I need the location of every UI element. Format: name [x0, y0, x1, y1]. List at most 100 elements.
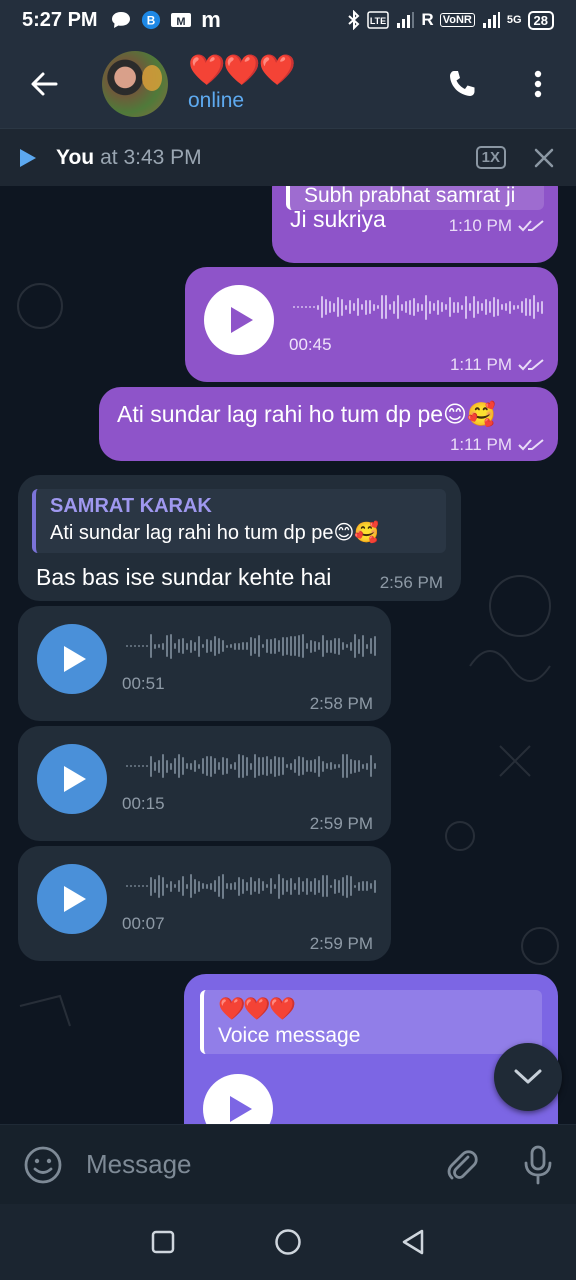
- waveform-bar: [365, 299, 367, 315]
- waveform-bar: [306, 643, 308, 649]
- voice-duration: 00:51: [122, 674, 165, 693]
- home-button[interactable]: [258, 1212, 318, 1272]
- waveform-bar: [412, 1088, 414, 1109]
- waveform-bar: [230, 763, 232, 769]
- waveform-bar: [242, 754, 244, 778]
- waveform-bar: [218, 638, 220, 654]
- reply-quote[interactable]: ❤️❤️❤️ Voice message: [200, 990, 542, 1054]
- waveform-bar: [130, 765, 132, 767]
- voice-message-incoming[interactable]: 00:15 2:59 PM: [18, 726, 391, 841]
- waveform-bar: [317, 304, 319, 310]
- voice-message-outgoing[interactable]: 00:45 1:11 PM: [185, 267, 558, 382]
- waveform-bar: [445, 304, 447, 310]
- emoji-button[interactable]: [0, 1125, 86, 1205]
- scroll-down-button[interactable]: [494, 1043, 562, 1111]
- waveform-bar: [266, 639, 268, 653]
- bluetooth-icon: [348, 10, 360, 30]
- play-icon[interactable]: [20, 148, 36, 167]
- call-button[interactable]: [424, 46, 500, 122]
- play-button[interactable]: [203, 1074, 273, 1124]
- voice-waveform[interactable]: [126, 750, 376, 782]
- voice-message-incoming[interactable]: 00:51 2:58 PM: [18, 606, 391, 721]
- waveform-bar: [270, 758, 272, 774]
- waveform-bar: [250, 636, 252, 656]
- message-input[interactable]: [86, 1149, 424, 1180]
- message-bubble-outgoing[interactable]: Ati sundar lag rahi ho tum dp pe😊🥰 1:11 …: [99, 387, 558, 461]
- waveform-bar: [477, 300, 479, 314]
- more-options-button[interactable]: [500, 46, 576, 122]
- message-meta: 2:59 PM: [310, 934, 373, 954]
- play-button[interactable]: [37, 744, 107, 814]
- waveform-bar: [432, 1093, 434, 1103]
- chat-title-block[interactable]: ❤️❤️❤️ online: [188, 55, 296, 113]
- player-time: at 3:43 PM: [100, 145, 202, 169]
- voice-waveform[interactable]: [292, 1082, 510, 1114]
- voice-message-outgoing[interactable]: ❤️❤️❤️ Voice message: [184, 974, 558, 1124]
- waveform-bar: [453, 301, 455, 313]
- waveform-bar: [298, 635, 300, 657]
- waveform-bar: [282, 636, 284, 656]
- waveform-bar: [234, 762, 236, 770]
- m-icon: m: [201, 10, 221, 30]
- waveform-bar: [356, 1089, 358, 1108]
- waveform-bar: [334, 763, 336, 769]
- waveform-bar: [326, 875, 328, 897]
- waveform-bar: [206, 639, 208, 653]
- waveform-bar: [464, 1090, 466, 1106]
- waveform-bar: [505, 303, 507, 311]
- waveform-bar: [262, 881, 264, 891]
- message-bubble-incoming[interactable]: SAMRAT KARAK Ati sundar lag rahi ho tum …: [18, 475, 461, 601]
- reply-quote[interactable]: SAMRAT KARAK Ati sundar lag rahi ho tum …: [32, 489, 446, 553]
- waveform-bar: [437, 299, 439, 315]
- waveform-bar: [234, 642, 236, 650]
- message-meta: 2:59 PM: [310, 814, 373, 834]
- voice-message-incoming[interactable]: 00:07 2:59 PM: [18, 846, 391, 961]
- play-button[interactable]: [37, 864, 107, 934]
- audio-player-bar[interactable]: You at 3:43 PM 1X: [0, 128, 576, 186]
- voice-waveform[interactable]: [293, 291, 543, 323]
- waveform-bar: [429, 300, 431, 314]
- recents-button[interactable]: [133, 1212, 193, 1272]
- message-time: 1:11 PM: [449, 355, 512, 374]
- voice-waveform[interactable]: [126, 630, 376, 662]
- back-nav-button[interactable]: [383, 1212, 443, 1272]
- close-player-button[interactable]: [530, 144, 558, 172]
- waveform-bar: [488, 1093, 490, 1103]
- waveform-bar: [262, 757, 264, 775]
- waveform-bar: [246, 881, 248, 891]
- waveform-bar: [134, 765, 136, 767]
- waveform-bar: [368, 1089, 370, 1108]
- waveform-bar: [373, 303, 375, 311]
- reply-text: Subh prabhat samrat ji: [304, 186, 516, 207]
- play-icon: [231, 307, 253, 333]
- chat-area[interactable]: Subh prabhat samrat ji Ji sukriya 1:10 P…: [0, 186, 576, 1124]
- waveform-bar: [318, 642, 320, 650]
- waveform-bar: [238, 642, 240, 650]
- message-bubble-outgoing[interactable]: Subh prabhat samrat ji Ji sukriya 1:10 P…: [272, 186, 558, 263]
- message-time: 2:56 PM: [379, 573, 443, 592]
- waveform-bar: [250, 762, 252, 770]
- avatar[interactable]: [102, 51, 168, 117]
- playback-speed-button[interactable]: 1X: [475, 146, 506, 169]
- waveform-bar: [330, 762, 332, 770]
- waveform-bar: [362, 763, 364, 769]
- back-button[interactable]: [0, 40, 88, 128]
- waveform-bar: [473, 296, 475, 318]
- waveform-bar: [186, 763, 188, 769]
- waveform-bar: [449, 297, 451, 317]
- voice-waveform[interactable]: [126, 870, 376, 902]
- waveform-bar: [397, 295, 399, 319]
- waveform-bar: [408, 1094, 410, 1102]
- attach-button[interactable]: [424, 1125, 500, 1205]
- waveform-bar: [476, 1093, 478, 1103]
- voice-record-button[interactable]: [500, 1125, 576, 1205]
- waveform-bar: [541, 300, 543, 314]
- waveform-bar: [384, 1092, 386, 1105]
- play-button[interactable]: [37, 624, 107, 694]
- waveform-bar: [392, 1089, 394, 1107]
- player-sender: You: [56, 145, 95, 169]
- reply-sender: SAMRAT KARAK: [50, 495, 212, 517]
- waveform-bar: [480, 1088, 482, 1108]
- waveform-bar: [202, 758, 204, 774]
- play-button[interactable]: [204, 285, 274, 355]
